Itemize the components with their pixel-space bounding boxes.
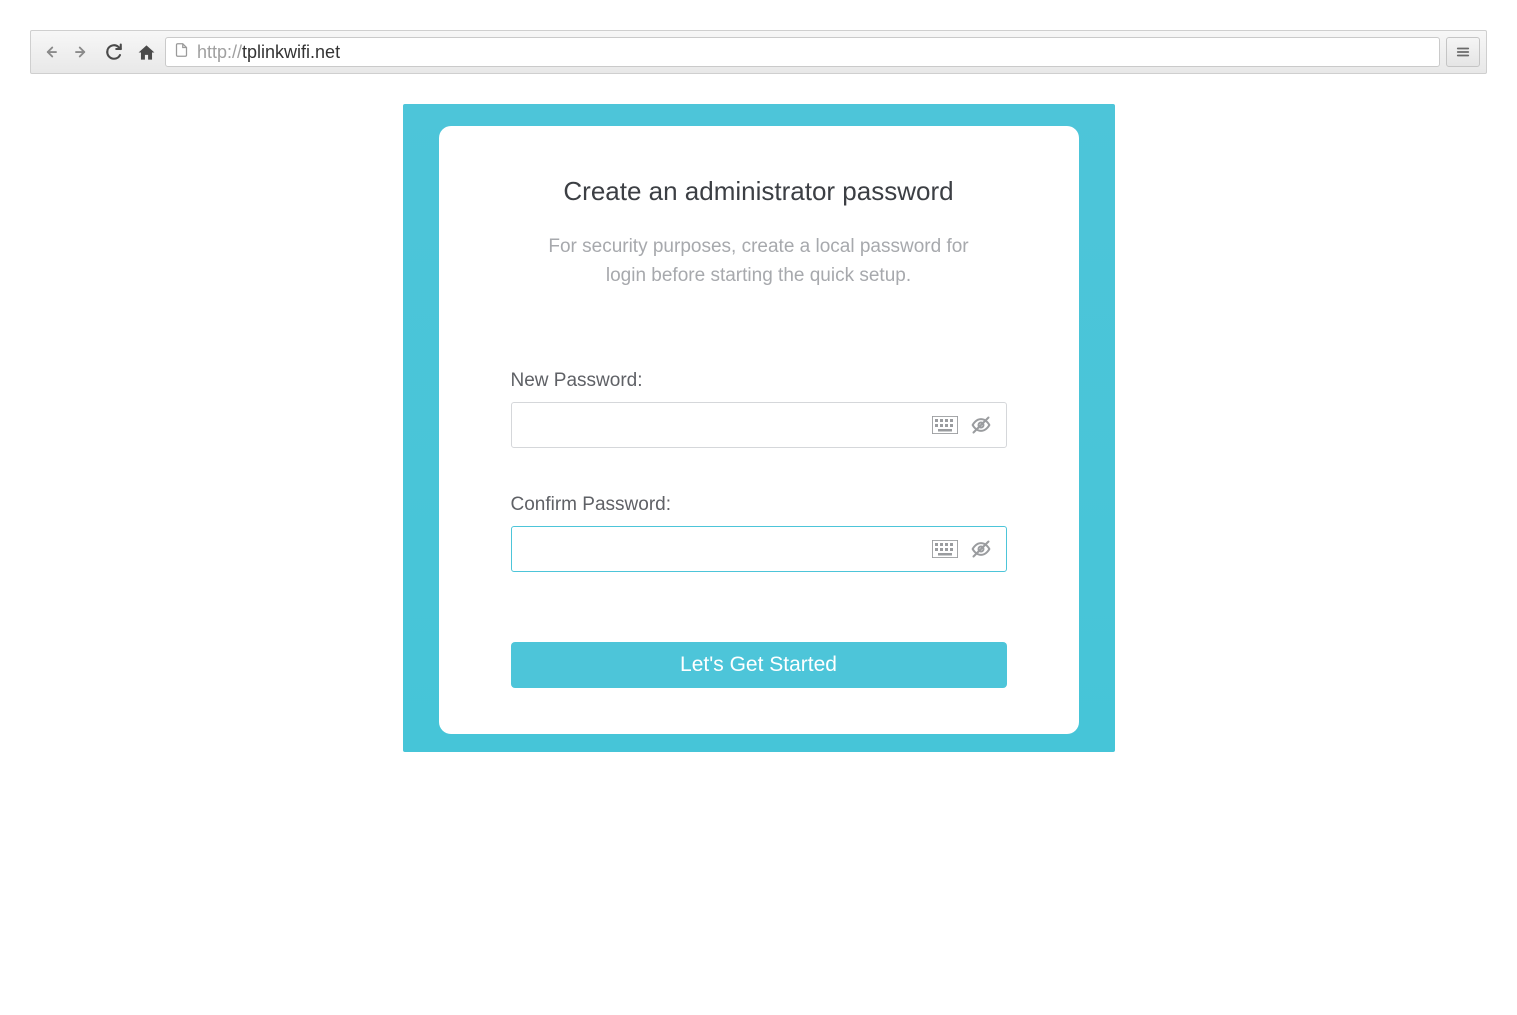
- url-host: tplinkwifi.net: [242, 42, 340, 62]
- keyboard-icon: [932, 416, 958, 434]
- arrow-left-icon: [41, 43, 59, 61]
- forward-button[interactable]: [69, 39, 95, 65]
- setup-panel-outer: Create an administrator password For sec…: [403, 104, 1115, 752]
- get-started-button[interactable]: Let's Get Started: [511, 642, 1007, 688]
- reload-button[interactable]: [101, 39, 127, 65]
- input-icons: [932, 415, 1006, 435]
- new-password-input[interactable]: [512, 403, 932, 447]
- hamburger-icon: [1455, 45, 1471, 59]
- toggle-visibility-button[interactable]: [968, 415, 994, 435]
- home-button[interactable]: [133, 39, 159, 65]
- home-icon: [137, 43, 156, 62]
- confirm-password-input-wrap: [511, 526, 1007, 572]
- toggle-visibility-button[interactable]: [968, 539, 994, 559]
- virtual-keyboard-button[interactable]: [932, 416, 958, 434]
- arrow-right-icon: [73, 43, 91, 61]
- confirm-password-input[interactable]: [512, 527, 932, 571]
- input-icons: [932, 539, 1006, 559]
- browser-toolbar: http://tplinkwifi.net: [30, 30, 1487, 74]
- page-title: Create an administrator password: [511, 176, 1007, 207]
- menu-button[interactable]: [1446, 37, 1480, 67]
- url-prefix: http://: [197, 42, 242, 62]
- setup-panel: Create an administrator password For sec…: [439, 126, 1079, 734]
- page-subtitle: For security purposes, create a local pa…: [539, 233, 979, 290]
- back-button[interactable]: [37, 39, 63, 65]
- page-icon: [174, 41, 189, 64]
- reload-icon: [105, 43, 123, 61]
- eye-off-icon: [968, 539, 994, 559]
- virtual-keyboard-button[interactable]: [932, 540, 958, 558]
- url-text: http://tplinkwifi.net: [197, 42, 340, 63]
- page-content: Create an administrator password For sec…: [0, 104, 1517, 752]
- url-bar[interactable]: http://tplinkwifi.net: [165, 37, 1440, 67]
- new-password-input-wrap: [511, 402, 1007, 448]
- eye-off-icon: [968, 415, 994, 435]
- keyboard-icon: [932, 540, 958, 558]
- confirm-password-label: Confirm Password:: [511, 494, 1007, 516]
- new-password-label: New Password:: [511, 370, 1007, 392]
